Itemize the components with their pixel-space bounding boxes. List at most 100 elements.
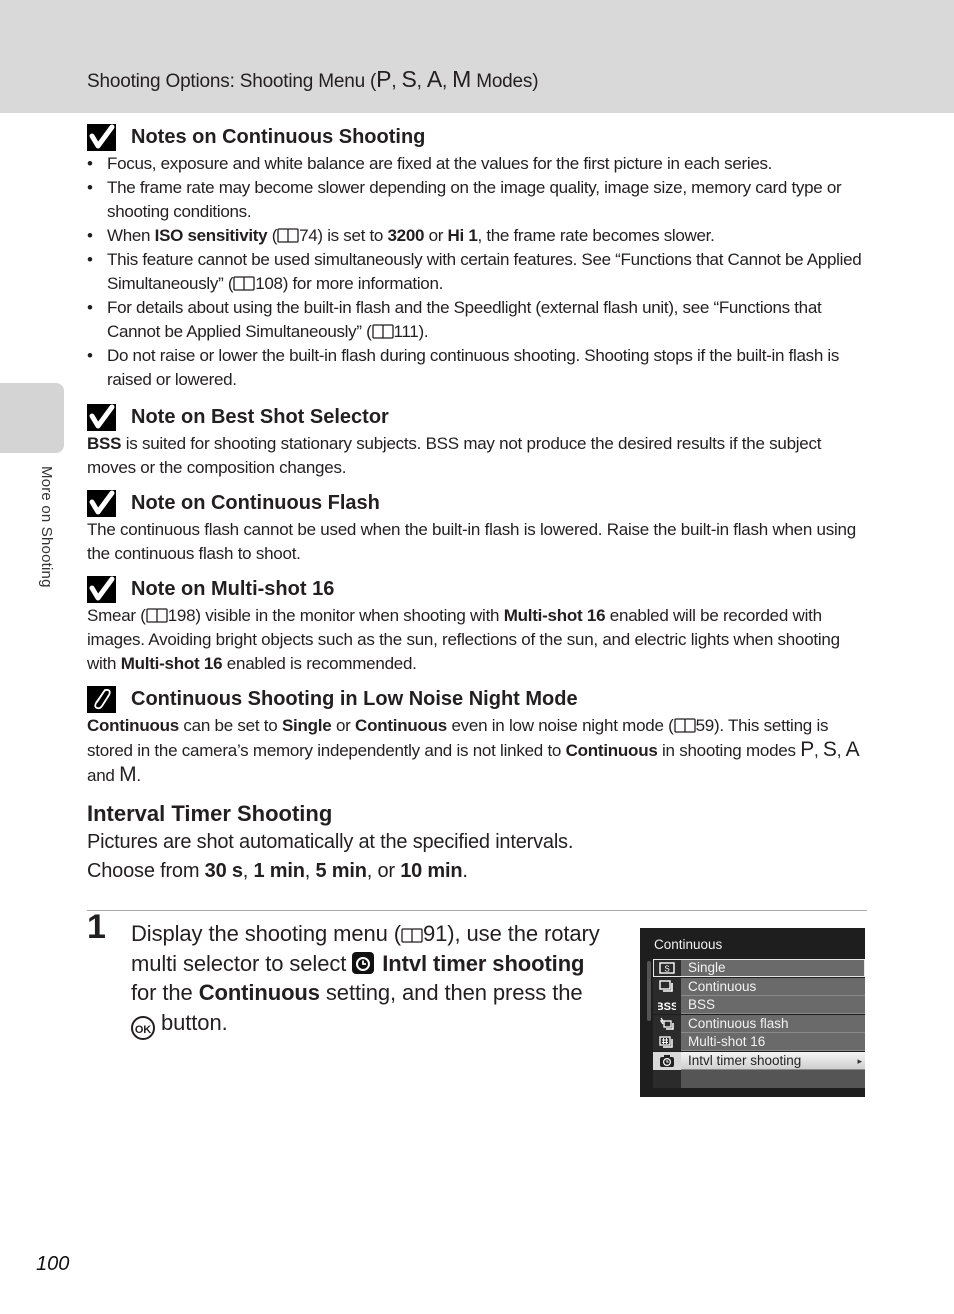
page-reference-link[interactable]: 111 [394,322,419,341]
note-title: Notes on Continuous Shooting [131,125,426,148]
page-reference-link[interactable]: 59 [696,716,715,735]
text-run: Focus, exposure and white balance are fi… [107,154,773,173]
single-frame-icon: S [653,959,681,977]
list-item: Do not raise or lower the built-in flash… [87,344,867,392]
note-bullet-list: Focus, exposure and white balance are fi… [87,152,867,392]
bold-term: 3200 [387,226,425,245]
list-item: This feature cannot be used simultaneous… [87,248,867,296]
text-run: Display the shooting menu ( [131,921,402,946]
camera-menu-item-label: Continuous [681,977,865,996]
bold-term: Continuous [355,716,447,735]
text-run: Smear ( [87,606,146,625]
camera-menu-item[interactable]: BSS BSS [653,996,865,1014]
chapter-label: More on Shooting [38,466,55,588]
page-reference-book-icon [673,718,696,733]
page-reference-book-icon [401,928,423,943]
page-reference-link[interactable]: 91 [423,921,447,946]
note-body: The continuous flash cannot be used when… [87,518,867,566]
section-divider [87,910,867,911]
camera-menu-item-label [681,1070,865,1088]
bold-term: 30 s [204,860,243,882]
text-run: is suited for shooting stationary subjec… [87,434,822,477]
interval-options-text: Choose from 30 s, 1 min, 5 min, or 10 mi… [87,857,867,886]
bold-term: 5 min [315,860,367,882]
page-reference-book-icon [371,324,394,339]
bold-term: Single [281,716,332,735]
mode-a: A [426,66,442,92]
camera-menu-item-label: Multi-shot 16 [681,1033,865,1051]
note-block: Note on Multi-shot 16 Smear ( 198) visible… [87,574,867,676]
list-item: For details about using the built-in fla… [87,296,867,344]
bold-term: Continuous [198,980,320,1005]
mode-m: M [452,66,472,92]
paperclip-icon [87,685,116,713]
camera-menu-item[interactable]: Multi-shot 16 [653,1033,865,1051]
text-run: . [136,766,141,785]
empty-cell [653,1070,681,1088]
checkmark-icon [87,575,116,603]
text-run: for the [131,980,199,1005]
chapter-tab[interactable] [0,383,64,453]
bss-icon: BSS [653,996,681,1014]
step-number: 1 [87,908,106,946]
header-title-prefix: Shooting Options: Shooting Menu ( [87,71,377,92]
header-title-suffix: Modes) [471,71,539,92]
continuous-icon [653,977,681,996]
page-reference-link[interactable]: 198 [168,606,196,625]
text-run: For details about using the built-in fla… [107,298,822,341]
page-reference-link[interactable]: 108 [255,274,283,293]
text-run: ) for more information. [282,274,444,293]
text-run: The frame rate may become slower dependi… [107,178,842,221]
list-item: When ISO sensitivity (74) is set to 3200… [87,224,867,248]
multi-shot-icon [653,1033,681,1051]
page-reference-book-icon [146,608,168,623]
text-run: Do not raise or lower the built-in flash… [107,346,840,389]
shooting-mode-glyph: P [800,738,814,761]
camera-menu-item-label: Intvl timer shooting [681,1051,865,1070]
text-run: enabled is recommended. [222,654,417,673]
interval-timer-section: Interval Timer Shooting Pictures are shot… [87,800,867,886]
note-body: Smear ( 198) visible in the monitor when … [87,604,867,676]
note-title: Note on Continuous Flash [131,491,380,514]
text-run: can be set to [178,716,282,735]
text-run: setting, and then press the [319,980,583,1005]
bold-term: Multi-shot 16 [120,654,223,673]
note-block: Note on Continuous Flash The continuous f… [87,488,867,566]
note-heading: Note on Multi-shot 16 [87,574,867,604]
page-reference-book-icon [277,228,299,243]
camera-menu-screen: Continuous S Single Continuous BSS BSS Contin… [640,928,865,1097]
camera-menu-scrollbar[interactable] [647,961,651,1021]
step-instruction: Display the shooting menu (91), use the … [131,919,611,1040]
page-reference-link[interactable]: 74 [299,226,318,245]
checkmark-icon [87,403,116,431]
page-header-title: Shooting Options: Shooting Menu (P, S, A… [87,66,539,92]
bold-term: Hi 1 [447,226,478,245]
page-number: 100 [36,1253,70,1275]
camera-menu-empty-row [653,1070,865,1088]
text-run: , or [366,860,401,882]
text-run: This feature cannot be used simultaneous… [107,250,862,293]
camera-menu-item[interactable]: S Single [653,959,865,977]
svg-text:BSS: BSS [658,1001,676,1012]
text-run: or [331,716,356,735]
section-title: Interval Timer Shooting [87,801,333,826]
camera-menu-item-label: Single [681,959,865,977]
checkmark-icon [87,123,116,151]
text-run: , the frame rate becomes slower. [477,226,715,245]
camera-menu-item[interactable]: Intvl timer shooting ▸ [653,1051,865,1070]
interval-timer-icon [352,951,375,974]
text-run: in shooting modes [657,741,801,760]
note-block: Note on Best Shot Selector BSS is suited … [87,402,867,480]
note-block: Continuous Shooting in Low Noise Night M… [87,684,867,788]
text-run: Choose from [87,860,205,882]
camera-menu-item[interactable]: Continuous [653,977,865,996]
text-run: ) visible in the monitor when shooting w… [195,606,504,625]
note-body: BSS is suited for shooting stationary su… [87,432,867,480]
continuous-flash-icon [653,1014,681,1033]
mode-p: P [376,66,392,92]
notes-content: Notes on Continuous Shooting Focus, expos… [87,122,867,886]
camera-menu-item[interactable]: Continuous flash [653,1014,865,1033]
text-run: ) is set to [317,226,388,245]
bold-term: BSS [87,434,122,453]
bold-term: ISO sensitivity [154,226,268,245]
